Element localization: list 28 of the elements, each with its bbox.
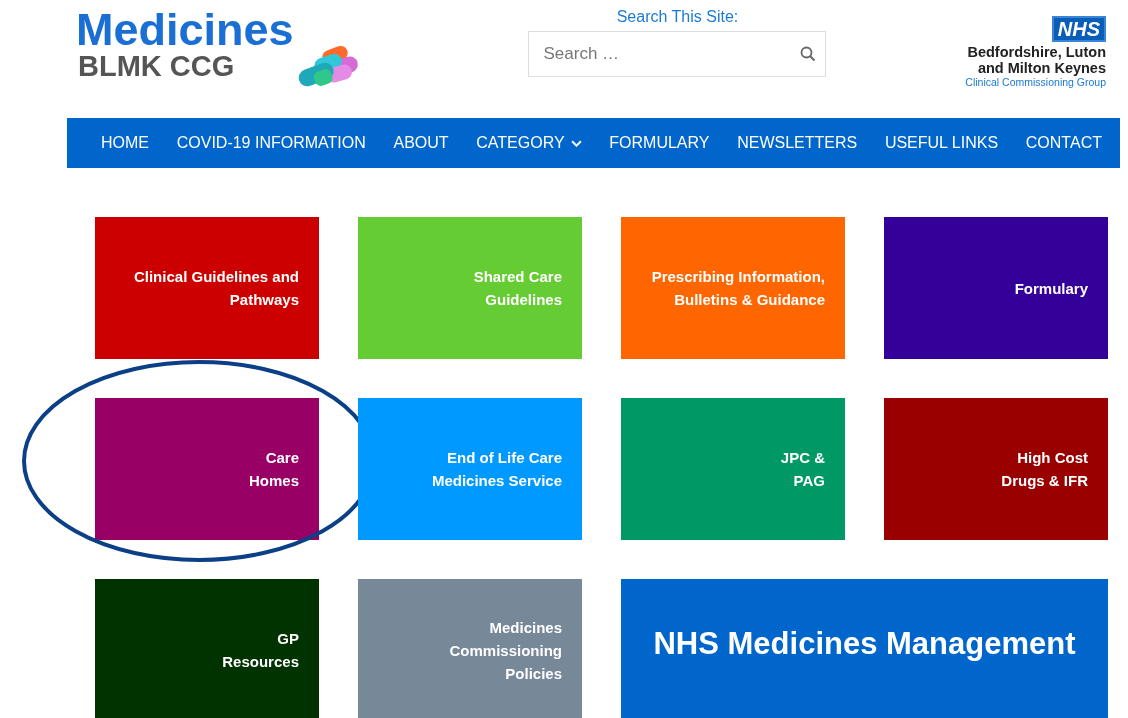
category-tile[interactable]: JPC & PAG	[621, 398, 845, 540]
caret-icon	[570, 139, 582, 147]
nhs-logo: NHS	[1051, 16, 1106, 42]
logo-title: Medicines	[76, 8, 294, 52]
category-tile[interactable]: GP Resources	[95, 579, 319, 718]
nav-link[interactable]: FORMULARY	[609, 134, 710, 152]
organisation-name: Bedfordshire, Luton	[967, 44, 1106, 60]
nav-link[interactable]: CATEGORY	[476, 134, 582, 152]
nav-link[interactable]: HOME	[101, 134, 149, 152]
search-field[interactable]: Search …	[528, 31, 827, 77]
category-tile[interactable]: Formulary	[884, 217, 1108, 359]
nav-link[interactable]: ABOUT	[393, 134, 449, 152]
search-icon[interactable]	[800, 46, 817, 62]
category-tile[interactable]: Clinical Guidelines and Pathways	[95, 217, 319, 359]
category-tile[interactable]: Care Homes	[95, 398, 319, 540]
search-label: Search This Site:	[616, 8, 739, 26]
category-tile[interactable]: Prescribing Information, Bulletins & Guidance	[621, 217, 845, 359]
organisation-tagline: Clinical Commissioning Group	[965, 76, 1106, 88]
nav-link[interactable]: NEWSLETTERS	[737, 134, 858, 152]
nav-link[interactable]: COVID-19 INFORMATION	[176, 134, 366, 152]
organisation-name: and Milton Keynes	[977, 60, 1106, 76]
category-tile[interactable]: Medicines Commissioning Policies	[358, 579, 582, 718]
nav-link[interactable]: CONTACT	[1025, 134, 1102, 152]
logo-subtitle: BLMK CCG	[78, 52, 236, 80]
nav-link[interactable]: USEFUL LINKS	[884, 134, 999, 152]
category-tile[interactable]: End of Life Care Medicines Service	[358, 398, 582, 540]
category-tile[interactable]: High Cost Drugs & IFR	[884, 398, 1108, 540]
banner-tile[interactable]: NHS Medicines Management	[621, 579, 1108, 718]
